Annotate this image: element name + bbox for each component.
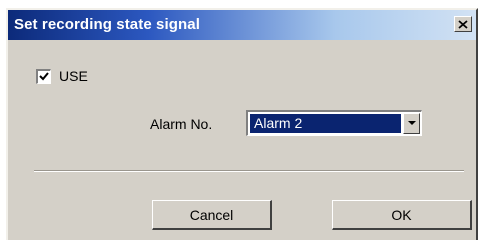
alarm-number-label: Alarm No. — [150, 116, 213, 132]
dropdown-arrow-button[interactable] — [403, 113, 420, 134]
title-bar[interactable]: Set recording state signal — [8, 10, 476, 40]
alarm-number-dropdown[interactable]: Alarm 2 — [246, 110, 422, 136]
use-option[interactable]: USE — [36, 68, 88, 84]
alarm-number-value: Alarm 2 — [250, 114, 401, 133]
separator-line — [34, 170, 464, 172]
dialog-title: Set recording state signal — [14, 16, 200, 33]
close-icon — [458, 19, 468, 29]
ok-button[interactable]: OK — [332, 200, 472, 230]
use-label: USE — [59, 68, 88, 84]
chevron-down-icon — [407, 121, 416, 125]
close-button[interactable] — [454, 16, 472, 32]
checkmark-icon — [39, 72, 49, 81]
use-checkbox[interactable] — [36, 68, 51, 84]
cancel-button[interactable]: Cancel — [152, 200, 272, 230]
dialog-window: Set recording state signal USE Alarm No.… — [6, 8, 478, 240]
